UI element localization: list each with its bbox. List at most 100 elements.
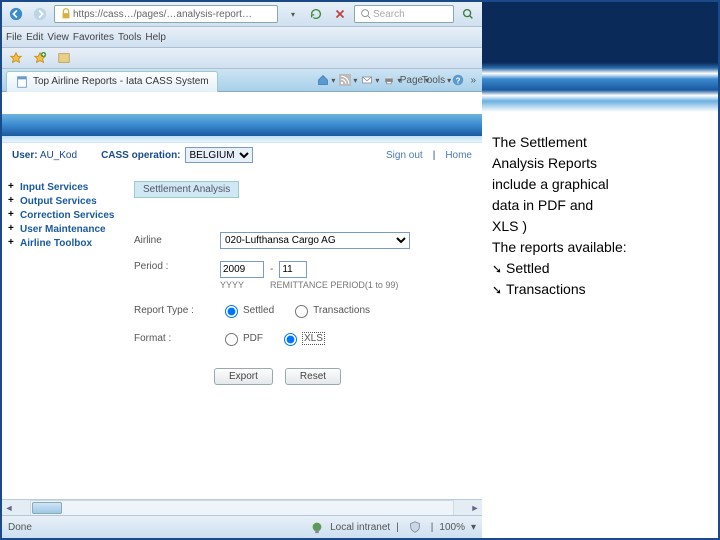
home-link[interactable]: Home — [445, 150, 472, 161]
favorites-bar — [2, 48, 482, 69]
nav-user-maintenance[interactable]: User Maintenance — [20, 223, 106, 237]
tab-title: Top Airline Reports - Iata CASS System — [33, 76, 209, 87]
header-stripe-light — [2, 136, 482, 143]
menu-tools[interactable]: Tools — [118, 32, 141, 43]
user-row: User: AU_Kod CASS operation: BELGIUM Sig… — [2, 143, 482, 167]
status-bar: Done Local intranet | | 100% ▾ — [2, 515, 482, 538]
rss-icon — [339, 73, 351, 87]
home-button[interactable] — [316, 70, 336, 90]
desc-line: The Settlement — [492, 132, 702, 153]
page-content: User: AU_Kod CASS operation: BELGIUM Sig… — [2, 114, 482, 516]
fav-item-icon[interactable] — [54, 48, 74, 68]
header-stripe — [2, 114, 482, 136]
help-icon: ? — [451, 73, 465, 87]
period-label: Period : — [134, 261, 214, 272]
status-zoom: 100% — [439, 522, 465, 533]
period-year-input[interactable] — [220, 261, 264, 278]
address-dropdown[interactable] — [282, 4, 302, 24]
nav-correction-services[interactable]: Correction Services — [20, 209, 115, 223]
slide-banner-stripes — [482, 2, 718, 112]
page-icon — [15, 75, 29, 89]
search-placeholder: Search — [373, 9, 405, 20]
address-bar-row: https://cass…/pages/…analysis-report… Se… — [2, 2, 482, 27]
slide-description: The Settlement Analysis Reports include … — [492, 132, 702, 300]
protected-mode-icon[interactable] — [405, 517, 425, 537]
printer-icon — [383, 73, 395, 87]
expand-icon[interactable]: + — [8, 209, 16, 220]
radio-settled[interactable]: Settled — [220, 302, 274, 318]
favorites-star-icon[interactable] — [6, 48, 26, 68]
forward-button[interactable] — [30, 4, 50, 24]
airline-label: Airline — [134, 235, 214, 246]
menu-file[interactable]: File — [6, 32, 22, 43]
radio-transactions[interactable]: Transactions — [290, 302, 370, 318]
intranet-icon — [310, 520, 324, 534]
menu-view[interactable]: View — [47, 32, 69, 43]
radio-xls[interactable]: XLS — [279, 330, 325, 346]
zoom-dropdown[interactable]: ▾ — [471, 522, 476, 533]
browser-window: https://cass…/pages/…analysis-report… Se… — [2, 2, 482, 538]
radio-pdf[interactable]: PDF — [220, 330, 263, 346]
mail-icon — [361, 73, 373, 87]
period-num-hint: REMITTANCE PERIOD(1 to 99) — [270, 280, 398, 290]
expand-icon[interactable]: + — [8, 237, 16, 248]
period-number-input[interactable] — [279, 261, 307, 278]
scroll-right-arrow[interactable]: ► — [468, 503, 482, 513]
scroll-left-arrow[interactable]: ◄ — [2, 503, 16, 513]
signout-link[interactable]: Sign out — [386, 150, 423, 161]
tab-bar: Top Airline Reports - Iata CASS System P… — [2, 69, 482, 92]
report-type-label: Report Type : — [134, 305, 214, 316]
expand-icon[interactable]: + — [8, 223, 16, 234]
user-label: User: — [12, 150, 38, 161]
radio-pdf-input[interactable] — [225, 333, 238, 346]
user-value: AU_Kod — [40, 150, 77, 161]
cass-label: CASS operation: — [101, 150, 180, 161]
feeds-button[interactable] — [338, 70, 358, 90]
horizontal-scrollbar[interactable]: ◄ ► — [2, 499, 482, 516]
desc-line: include a graphical — [492, 174, 702, 195]
magnifier-icon — [461, 7, 475, 21]
menu-help[interactable]: Help — [145, 32, 166, 43]
search-icon — [359, 7, 373, 21]
status-zone: Local intranet — [330, 522, 390, 533]
radio-transactions-input[interactable] — [295, 305, 308, 318]
desc-line: Analysis Reports — [492, 153, 702, 174]
expand-icon[interactable]: + — [8, 181, 16, 192]
nav-airline-toolbox[interactable]: Airline Toolbox — [20, 237, 92, 251]
cass-operation-select[interactable]: BELGIUM — [185, 147, 253, 163]
scroll-thumb[interactable] — [32, 502, 62, 514]
mail-button[interactable] — [360, 70, 380, 90]
help-button[interactable]: ? — [448, 70, 468, 90]
add-favorite-icon[interactable] — [30, 48, 50, 68]
format-label: Format : — [134, 333, 214, 344]
search-box[interactable]: Search — [354, 5, 454, 23]
export-button[interactable]: Export — [214, 368, 273, 385]
left-nav: + Input Services + Output Services + Correc… — [2, 167, 130, 516]
radio-xls-input[interactable] — [284, 333, 297, 346]
period-year-hint: YYYY — [220, 280, 264, 290]
menu-edit[interactable]: Edit — [26, 32, 43, 43]
nav-output-services[interactable]: Output Services — [20, 195, 97, 209]
reset-button[interactable]: Reset — [285, 368, 341, 385]
period-dash: - — [270, 264, 273, 275]
desc-bullet-transactions: Transactions — [492, 279, 702, 300]
refresh-button[interactable] — [306, 4, 326, 24]
tools-menu[interactable]: Tools — [426, 70, 446, 90]
main-panel: Settlement Analysis Airline 020-Lufthans… — [130, 167, 482, 516]
lock-icon — [59, 7, 73, 21]
shield-icon — [408, 520, 422, 534]
svg-text:?: ? — [456, 77, 461, 86]
desc-line: The reports available: — [492, 237, 702, 258]
scroll-track[interactable] — [30, 500, 454, 516]
menu-favorites[interactable]: Favorites — [73, 32, 114, 43]
search-go[interactable] — [458, 4, 478, 24]
desc-bullet-settled: Settled — [492, 258, 702, 279]
nav-input-services[interactable]: Input Services — [20, 181, 88, 195]
airline-select[interactable]: 020-Lufthansa Cargo AG — [220, 232, 410, 249]
browser-tab[interactable]: Top Airline Reports - Iata CASS System — [6, 71, 218, 92]
back-button[interactable] — [6, 4, 26, 24]
radio-settled-input[interactable] — [225, 305, 238, 318]
expand-icon[interactable]: + — [8, 195, 16, 206]
stop-button[interactable] — [330, 4, 350, 24]
address-bar[interactable]: https://cass…/pages/…analysis-report… — [54, 5, 278, 23]
